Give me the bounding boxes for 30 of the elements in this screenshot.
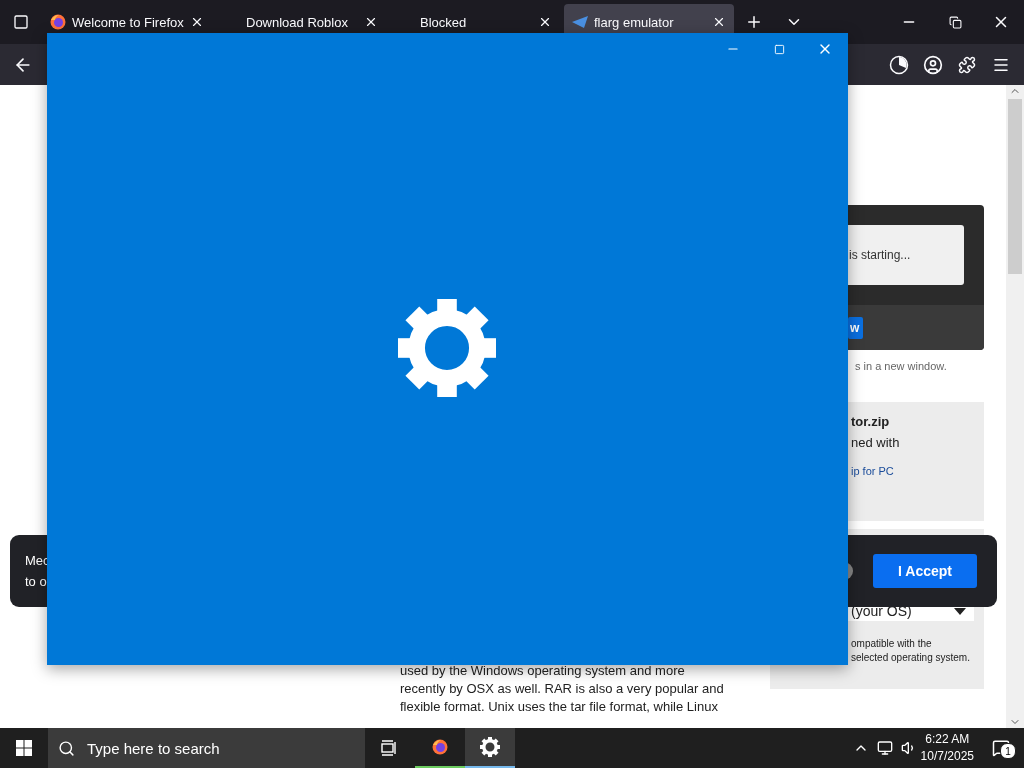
taskbar-app[interactable] [465,728,515,768]
article-text: flexible format. Unix uses the tar file format, while Linux [400,698,719,716]
window-note: s in a new window. [854,360,948,372]
accept-button[interactable]: I Accept [873,554,977,588]
clock[interactable]: 6:22 AM 10/7/2025 [920,731,974,765]
firefox-icon [432,739,448,755]
scrollbar[interactable] [1006,85,1024,728]
gear-icon [480,737,500,757]
article-text: recently by OSX as well. RAR is also a very popular and [400,680,725,698]
window-button[interactable]: w [848,316,864,339]
gear-icon [398,299,496,397]
close-icon[interactable] [364,15,378,29]
opened-with-text: ned with [851,435,901,450]
browser-tab[interactable]: Welcome to Firefox [42,4,212,40]
article-text: used by the Windows operating system and more [400,662,686,680]
download-link[interactable]: ip for PC [851,465,984,477]
firefox-icon [50,14,66,30]
search-field[interactable]: Type here to search [48,728,365,768]
close-icon[interactable] [190,15,204,29]
app-icon [572,16,588,28]
browser-tab[interactable]: Blocked [390,4,560,40]
close-icon[interactable] [712,15,726,29]
compat-note: ompatible with the selected operating system. [851,637,971,665]
notifications-button[interactable]: 1 [986,728,1016,768]
network-icon[interactable] [876,740,893,756]
close-icon[interactable] [538,15,552,29]
search-icon [58,739,75,757]
browser-tab[interactable]: Download Roblox [216,4,386,40]
scrollbar-thumb[interactable] [1008,99,1022,274]
file-name: tor.zip [851,414,891,429]
